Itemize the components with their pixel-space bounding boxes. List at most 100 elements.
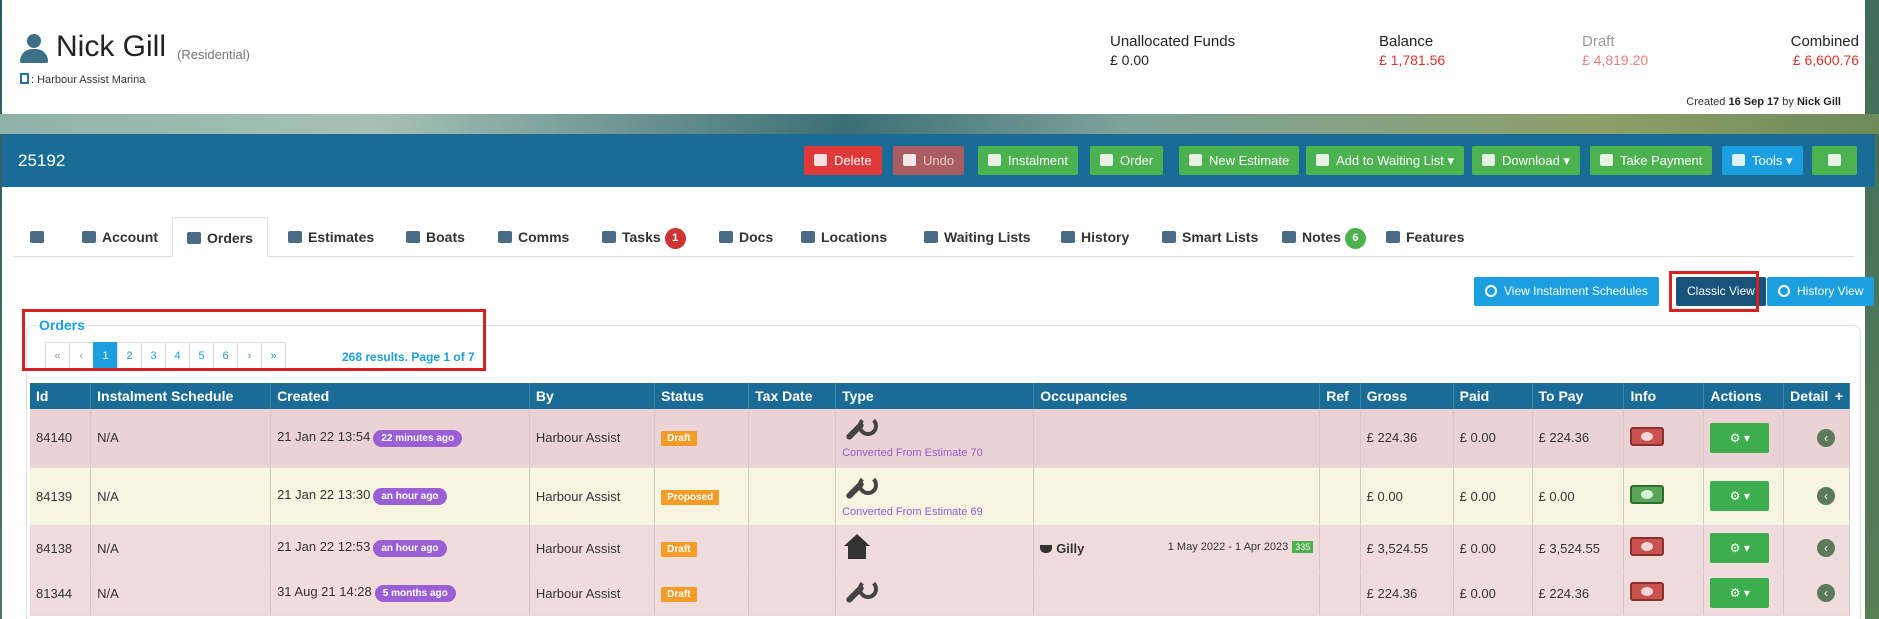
tab-boats[interactable]: Boats xyxy=(406,217,465,257)
money-icon[interactable] xyxy=(1630,537,1665,556)
tab-waiting-lists[interactable]: Waiting Lists xyxy=(924,217,1031,257)
col-info[interactable]: Info xyxy=(1623,383,1705,409)
cart-icon xyxy=(1100,154,1113,166)
tasks-badge: 1 xyxy=(664,228,686,249)
chevron-left-icon[interactable]: ‹ xyxy=(1817,428,1835,447)
notes-badge: 6 xyxy=(1344,228,1366,249)
account-panel: Account Orders Estimates Boats Comms Tas… xyxy=(2,187,1875,619)
actions-button[interactable]: ⚙ ▾ xyxy=(1710,481,1770,511)
table-row[interactable]: 81344 N/A 31 Aug 21 14:28 5 months ago Ha… xyxy=(30,571,1850,616)
chevron-left-icon[interactable]: ‹ xyxy=(1817,584,1835,602)
delete-button[interactable]: Delete xyxy=(804,146,882,175)
table-header: Id Instalment Schedule Created By Status… xyxy=(30,383,1850,409)
question-icon xyxy=(288,231,302,243)
aerial-banner xyxy=(0,114,1879,134)
actions-button[interactable]: ⚙ ▾ xyxy=(1710,533,1770,563)
highlight-box xyxy=(1669,271,1759,312)
wrench-icon xyxy=(842,474,879,501)
account-toolbar: 25192 Delete Undo Instalment Order New E… xyxy=(2,134,1875,187)
tab-features[interactable]: Features xyxy=(1386,217,1464,257)
ship-icon xyxy=(406,231,420,243)
draft-total: Draft £ 4,819.20 xyxy=(1582,33,1649,68)
col-paid[interactable]: Paid xyxy=(1453,383,1533,409)
status-badge: Proposed xyxy=(661,489,720,505)
status-badge: Draft xyxy=(661,431,697,447)
tab-dashboard[interactable] xyxy=(30,217,50,257)
col-schedule[interactable]: Instalment Schedule xyxy=(90,383,272,409)
waiting-list-button[interactable]: Add to Waiting List ▾ xyxy=(1306,146,1465,175)
chevron-left-icon[interactable]: ‹ xyxy=(1817,487,1835,505)
tab-estimates[interactable]: Estimates xyxy=(288,217,374,257)
col-id[interactable]: Id xyxy=(30,383,92,409)
actions-button[interactable]: ⚙ ▾ xyxy=(1710,422,1770,453)
history-icon xyxy=(1061,231,1075,243)
marina-label: : Harbour Assist Marina xyxy=(20,73,145,86)
new-estimate-button[interactable]: New Estimate xyxy=(1179,146,1300,175)
actions-button[interactable]: ⚙ ▾ xyxy=(1710,578,1770,608)
col-tax-date[interactable]: Tax Date xyxy=(748,383,837,409)
question-icon xyxy=(1189,154,1202,166)
clock-icon xyxy=(1316,154,1329,166)
add-column-button[interactable]: + xyxy=(1835,388,1843,404)
order-button[interactable]: Order xyxy=(1090,146,1164,175)
age-badge: 5 months ago xyxy=(374,585,456,602)
history-icon xyxy=(1778,285,1790,297)
table-row[interactable]: 84138 N/A 21 Jan 22 12:53 an hour ago Har… xyxy=(30,525,1850,572)
view-instalment-schedules-button[interactable]: View Instalment Schedules xyxy=(1474,277,1659,306)
refresh-icon xyxy=(1485,285,1497,297)
days-badge: 335 xyxy=(1292,540,1314,553)
person-icon xyxy=(20,34,48,64)
account-number: 25192 xyxy=(18,151,66,170)
col-status[interactable]: Status xyxy=(654,383,750,409)
tab-tasks[interactable]: Tasks 1 xyxy=(602,217,686,257)
history-view-button[interactable]: History View xyxy=(1767,277,1875,306)
col-to-pay[interactable]: To Pay xyxy=(1532,383,1625,409)
col-created[interactable]: Created xyxy=(270,383,530,409)
wrench-icon xyxy=(842,416,879,442)
table-row[interactable]: 84140 N/A 21 Jan 22 13:54 22 minutes ago … xyxy=(30,409,1850,468)
money-icon[interactable] xyxy=(1630,426,1665,446)
tab-notes[interactable]: Notes 6 xyxy=(1282,217,1366,257)
col-by[interactable]: By xyxy=(529,383,656,409)
download-icon xyxy=(1482,154,1495,166)
col-occupancies[interactable]: Occupancies xyxy=(1033,383,1321,409)
tab-history[interactable]: History xyxy=(1061,217,1129,257)
tasks-icon xyxy=(602,231,616,243)
col-gross[interactable]: Gross xyxy=(1360,383,1454,409)
converted-link[interactable]: Converted From Estimate 70 xyxy=(842,447,1027,459)
take-payment-button[interactable]: Take Payment xyxy=(1590,146,1713,175)
table-row[interactable]: 84139 N/A 21 Jan 22 13:30 an hour ago Har… xyxy=(30,467,1850,526)
tools-button[interactable]: Tools ▾ xyxy=(1722,146,1803,175)
download-button[interactable]: Download ▾ xyxy=(1472,146,1580,175)
card-icon xyxy=(1600,154,1613,166)
clock-icon xyxy=(924,231,938,243)
col-type[interactable]: Type xyxy=(835,383,1035,409)
tab-comms[interactable]: Comms xyxy=(498,217,569,257)
refresh-icon xyxy=(988,154,1001,166)
money-icon[interactable] xyxy=(1630,485,1665,504)
tab-docs[interactable]: Docs xyxy=(719,217,773,257)
tab-smart-lists[interactable]: Smart Lists xyxy=(1162,217,1258,257)
comments-icon xyxy=(498,231,512,243)
chevron-left-icon[interactable]: ‹ xyxy=(1817,539,1835,557)
converted-link[interactable]: Converted From Estimate 69 xyxy=(842,506,1027,518)
money-icon[interactable] xyxy=(1630,582,1665,601)
tab-locations[interactable]: Locations xyxy=(801,217,887,257)
col-ref[interactable]: Ref xyxy=(1319,383,1361,409)
tab-account[interactable]: Account xyxy=(82,217,158,257)
bed-icon xyxy=(801,231,815,243)
unallocated-funds: Unallocated Funds £ 0.00 xyxy=(1110,33,1236,68)
boat-name[interactable]: Gilly xyxy=(1056,541,1084,556)
col-actions[interactable]: Actions xyxy=(1703,383,1785,409)
instalment-button[interactable]: Instalment xyxy=(978,146,1078,175)
tab-orders[interactable]: Orders xyxy=(172,217,268,257)
document-icon xyxy=(719,231,733,243)
age-badge: an hour ago xyxy=(373,540,447,557)
ship-icon xyxy=(1040,544,1053,553)
house-icon xyxy=(842,533,872,560)
col-detail[interactable]: Detail + xyxy=(1783,383,1850,409)
orders-table: Id Instalment Schedule Created By Status… xyxy=(30,383,1850,616)
settings-button[interactable] xyxy=(1812,146,1857,175)
undo-button[interactable]: Undo xyxy=(893,146,965,175)
highlight-box xyxy=(22,309,486,371)
